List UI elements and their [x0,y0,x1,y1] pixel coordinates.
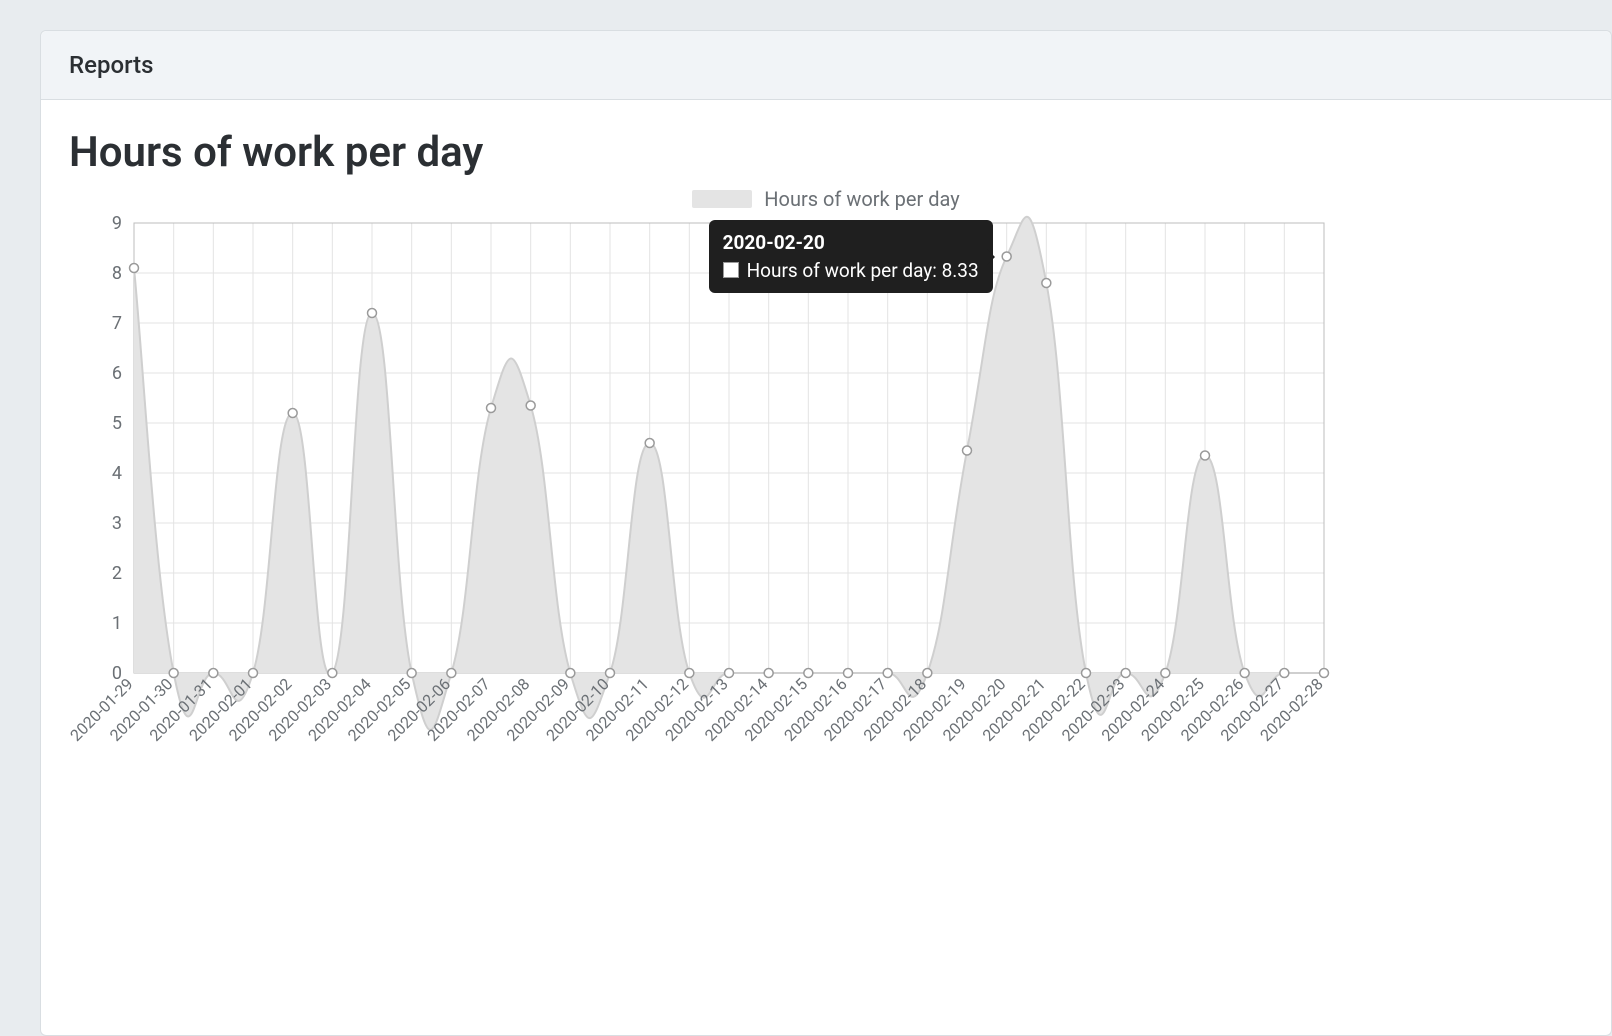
data-point[interactable] [487,404,496,413]
data-point[interactable] [1320,669,1329,678]
data-point[interactable] [447,669,456,678]
data-point[interactable] [923,669,932,678]
data-point[interactable] [169,669,178,678]
data-point[interactable] [883,669,892,678]
data-point[interactable] [1121,669,1130,678]
chart-title: Hours of work per day [69,128,1583,177]
panel-title: Reports [69,51,1583,79]
panel-header: Reports [41,31,1611,100]
data-point[interactable] [844,669,853,678]
chart-container: 01234567892020-01-292020-01-302020-01-31… [69,215,1583,797]
y-tick-label: 5 [112,413,122,434]
y-tick-label: 3 [112,513,122,534]
panel-body: Hours of work per day Hours of work per … [41,100,1611,797]
data-point[interactable] [1002,252,1011,261]
y-tick-label: 8 [112,263,122,284]
data-point[interactable] [288,409,297,418]
data-point[interactable] [249,669,258,678]
data-point[interactable] [1201,451,1210,460]
data-point[interactable] [209,669,218,678]
data-point[interactable] [566,669,575,678]
data-point[interactable] [328,669,337,678]
data-point[interactable] [764,669,773,678]
y-tick-label: 4 [112,463,122,484]
y-tick-label: 2 [112,563,122,584]
chart-legend[interactable]: Hours of work per day [69,187,1583,211]
data-point[interactable] [526,401,535,410]
data-point[interactable] [368,309,377,318]
data-point[interactable] [963,446,972,455]
data-point[interactable] [685,669,694,678]
y-tick-label: 6 [112,363,122,384]
reports-panel: Reports Hours of work per day Hours of w… [40,30,1612,1036]
y-tick-label: 7 [112,313,122,334]
y-tick-label: 1 [112,613,122,634]
data-point[interactable] [1161,669,1170,678]
data-point[interactable] [725,669,734,678]
data-point[interactable] [1240,669,1249,678]
data-point[interactable] [606,669,615,678]
data-point[interactable] [1082,669,1091,678]
data-point[interactable] [1042,279,1051,288]
data-point[interactable] [645,439,654,448]
legend-label: Hours of work per day [764,187,959,211]
data-point[interactable] [407,669,416,678]
data-point[interactable] [1280,669,1289,678]
chart-svg[interactable]: 01234567892020-01-292020-01-302020-01-31… [69,215,1334,793]
y-tick-label: 9 [112,215,122,234]
data-point[interactable] [804,669,813,678]
data-point[interactable] [130,264,139,273]
legend-swatch [692,190,752,208]
